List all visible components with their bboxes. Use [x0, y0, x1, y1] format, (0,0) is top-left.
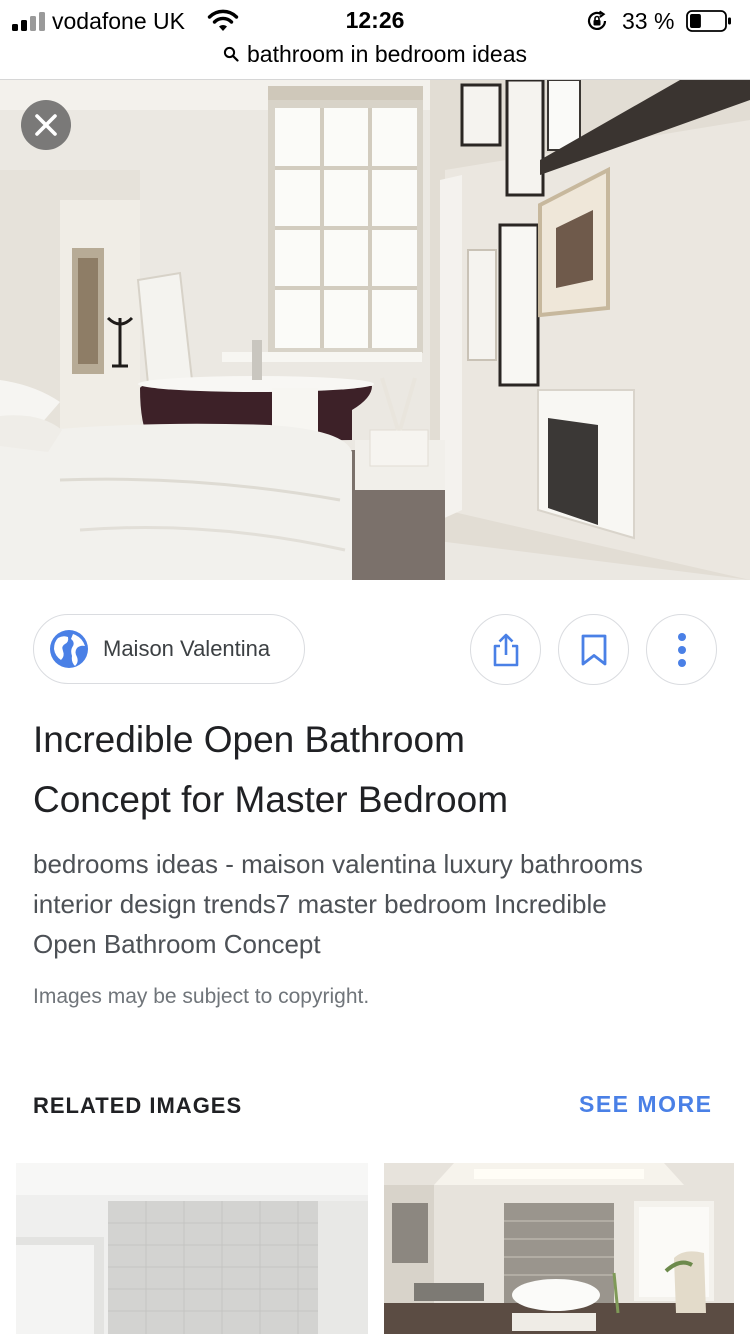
- rotation-lock-icon: [587, 10, 607, 30]
- bookmark-icon: [581, 634, 606, 665]
- result-description-line-1: bedrooms ideas - maison valentina luxury…: [33, 849, 643, 879]
- search-query[interactable]: bathroom in bedroom ideas: [247, 41, 527, 68]
- result-title[interactable]: Incredible Open Bathroom Concept for Mas…: [33, 710, 723, 830]
- url-bar[interactable]: bathroom in bedroom ideas: [0, 40, 750, 80]
- result-title-line-1: Incredible Open Bathroom: [33, 719, 465, 760]
- bedroom-bathroom-photo: [0, 80, 750, 580]
- copyright-notice: Images may be subject to copyright.: [33, 985, 370, 1008]
- close-icon: [35, 114, 57, 136]
- related-image-thumbnail[interactable]: [16, 1163, 368, 1334]
- search-icon: [223, 46, 239, 62]
- result-description-line-3: Open Bathroom Concept: [33, 929, 321, 959]
- result-description: bedrooms ideas - maison valentina luxury…: [33, 844, 723, 964]
- battery-percentage: 33 %: [622, 8, 675, 34]
- related-image-photo: [384, 1163, 734, 1334]
- close-button[interactable]: [21, 100, 71, 150]
- more-options-button[interactable]: [646, 614, 717, 685]
- share-button[interactable]: [470, 614, 541, 685]
- source-name: Maison Valentina: [103, 636, 271, 661]
- source-chip[interactable]: Maison Valentina: [33, 614, 305, 684]
- bookmark-button[interactable]: [558, 614, 629, 685]
- related-images-heading: RELATED IMAGES: [33, 1093, 243, 1118]
- share-icon: [493, 633, 518, 666]
- result-image[interactable]: [0, 80, 750, 580]
- globe-icon: [50, 630, 88, 668]
- result-title-line-2: Concept for Master Bedroom: [33, 779, 509, 820]
- status-bar: vodafone UK 12:26 33 %: [0, 0, 750, 40]
- result-description-line-2: interior design trends7 master bedroom I…: [33, 889, 607, 919]
- related-image-photo: [16, 1163, 368, 1334]
- battery-icon: [686, 10, 731, 32]
- related-image-thumbnail[interactable]: [384, 1163, 734, 1334]
- see-more-link[interactable]: SEE MORE: [579, 1091, 712, 1118]
- more-vertical-icon: [677, 632, 686, 667]
